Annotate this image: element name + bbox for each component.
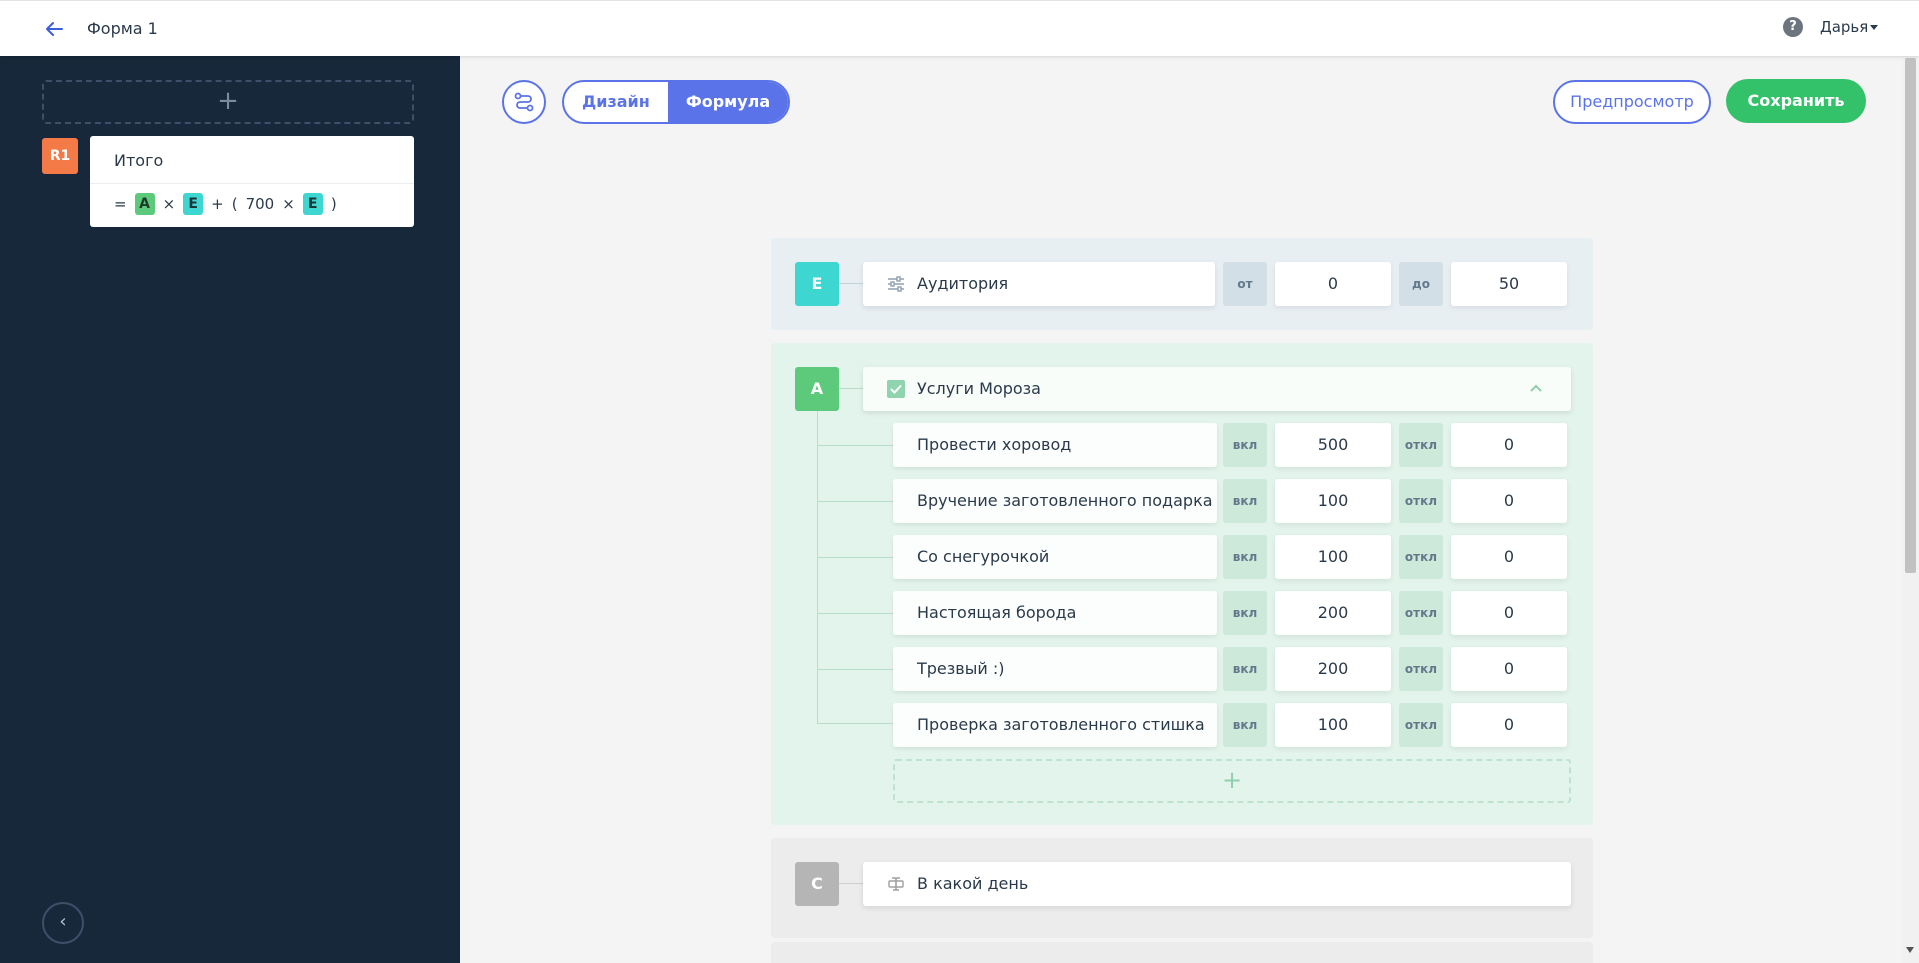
- help-icon[interactable]: ?: [1783, 17, 1803, 37]
- option-name[interactable]: Настоящая борода: [893, 591, 1217, 635]
- variable-block-next: [771, 942, 1593, 963]
- result-badge: R1: [42, 138, 78, 174]
- off-value-input[interactable]: 0: [1451, 591, 1567, 635]
- scrollbar-thumb[interactable]: [1905, 58, 1916, 573]
- on-value-input[interactable]: 100: [1275, 535, 1391, 579]
- variable-label: Услуги Мороза: [917, 379, 1041, 398]
- option-name[interactable]: Со снегурочкой: [893, 535, 1217, 579]
- chevron-up-icon[interactable]: [1529, 383, 1543, 393]
- variable-field[interactable]: В какой день: [863, 862, 1571, 906]
- on-tag: вкл: [1223, 647, 1267, 691]
- tree-line: [817, 411, 818, 723]
- variable-letter: E: [795, 262, 839, 306]
- formula-token: (: [231, 195, 238, 213]
- formula-token: =: [114, 195, 127, 213]
- formula-token: ×: [162, 195, 176, 213]
- on-value-input[interactable]: 100: [1275, 703, 1391, 747]
- off-tag: откл: [1399, 423, 1443, 467]
- tab-formula[interactable]: Формула: [667, 82, 789, 122]
- off-value-input[interactable]: 0: [1451, 647, 1567, 691]
- scrollbar[interactable]: [1902, 56, 1919, 963]
- to-value-input[interactable]: 50: [1451, 262, 1567, 306]
- formula-token: 700: [245, 195, 275, 213]
- result-card[interactable]: Итого = A × E + ( 700 × E ): [90, 136, 414, 227]
- variable-label: Аудитория: [917, 274, 1009, 293]
- off-tag: откл: [1399, 703, 1443, 747]
- connector-line: [817, 669, 893, 670]
- add-result-button[interactable]: +: [42, 80, 414, 124]
- result-title: Итого: [90, 136, 414, 184]
- variable-block-e: E Аудитория от 0 до 50: [771, 238, 1593, 330]
- variable-block-a: A Услуги Мороза Провести хоровод вкл 500…: [771, 343, 1593, 825]
- option-name[interactable]: Трезвый :): [893, 647, 1217, 691]
- on-value-input[interactable]: 200: [1275, 647, 1391, 691]
- connector-line: [839, 283, 863, 284]
- off-value-input[interactable]: 0: [1451, 703, 1567, 747]
- off-tag: откл: [1399, 591, 1443, 635]
- on-tag: вкл: [1223, 423, 1267, 467]
- option-name[interactable]: Вручение заготовленного подарка: [893, 479, 1217, 523]
- variable-block-c: C В какой день: [771, 838, 1593, 938]
- variable-field[interactable]: Аудитория: [863, 262, 1215, 306]
- caret-down-icon[interactable]: [1870, 25, 1878, 30]
- logic-settings-button[interactable]: [502, 80, 546, 124]
- user-menu[interactable]: Дарья: [1820, 18, 1868, 36]
- connector-line: [839, 388, 863, 389]
- page-title: Форма 1: [87, 19, 158, 38]
- from-tag: от: [1223, 262, 1267, 306]
- sidebar: + R1 Итого = A × E + ( 700 × E ) ‹: [0, 56, 460, 963]
- on-value-input[interactable]: 100: [1275, 479, 1391, 523]
- collapse-sidebar-button[interactable]: ‹: [42, 902, 84, 944]
- off-tag: откл: [1399, 535, 1443, 579]
- from-value-input[interactable]: 0: [1275, 262, 1391, 306]
- top-bar: Форма 1 ? Дарья: [0, 0, 1919, 56]
- off-value-input[interactable]: 0: [1451, 535, 1567, 579]
- off-tag: откл: [1399, 479, 1443, 523]
- checkbox-icon: [887, 380, 905, 398]
- off-value-input[interactable]: 0: [1451, 479, 1567, 523]
- route-icon: [514, 92, 534, 112]
- variable-label: В какой день: [917, 874, 1029, 893]
- variable-field[interactable]: Услуги Мороза: [863, 367, 1571, 411]
- formula-variable-a: A: [134, 193, 155, 215]
- connector-line: [817, 445, 893, 446]
- option-name[interactable]: Провести хоровод: [893, 423, 1217, 467]
- off-tag: откл: [1399, 647, 1443, 691]
- formula-expression[interactable]: = A × E + ( 700 × E ): [90, 184, 414, 224]
- arrow-left-icon[interactable]: [42, 17, 66, 41]
- on-value-input[interactable]: 200: [1275, 591, 1391, 635]
- on-value-input[interactable]: 500: [1275, 423, 1391, 467]
- on-tag: вкл: [1223, 591, 1267, 635]
- formula-variable-e: E: [302, 193, 323, 215]
- formula-token: +: [211, 195, 224, 213]
- connector-line: [817, 557, 893, 558]
- scroll-down-arrow-icon[interactable]: [1906, 947, 1914, 953]
- text-field-icon: [888, 877, 904, 891]
- connector-line: [817, 723, 893, 724]
- connector-line: [817, 613, 893, 614]
- tab-design[interactable]: Дизайн: [564, 82, 668, 122]
- formula-token: ): [330, 195, 337, 213]
- to-tag: до: [1399, 262, 1443, 306]
- add-option-button[interactable]: +: [893, 759, 1571, 803]
- variable-letter: C: [795, 862, 839, 906]
- sliders-icon: [888, 276, 904, 292]
- on-tag: вкл: [1223, 703, 1267, 747]
- save-button[interactable]: Сохранить: [1726, 79, 1866, 123]
- variable-letter: A: [795, 367, 839, 411]
- mode-switch: Дизайн Формула: [562, 80, 791, 124]
- on-tag: вкл: [1223, 535, 1267, 579]
- option-name[interactable]: Проверка заготовленного стишка: [893, 703, 1217, 747]
- preview-button[interactable]: Предпросмотр: [1553, 80, 1711, 124]
- on-tag: вкл: [1223, 479, 1267, 523]
- connector-line: [817, 501, 893, 502]
- connector-line: [839, 883, 863, 884]
- formula-variable-e: E: [183, 193, 204, 215]
- formula-token: ×: [282, 195, 295, 213]
- off-value-input[interactable]: 0: [1451, 423, 1567, 467]
